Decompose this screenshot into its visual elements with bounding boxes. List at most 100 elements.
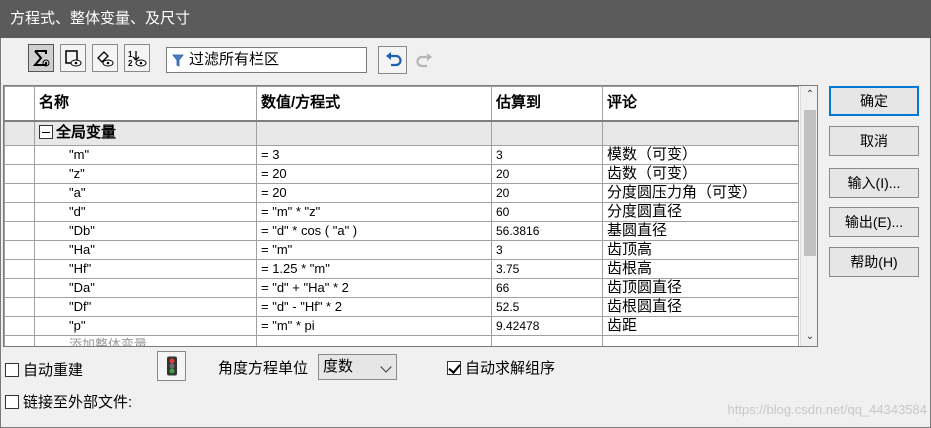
group-cell[interactable]: 全局变量	[34, 120, 257, 146]
column-header-estimate[interactable]: 估算到	[491, 86, 603, 122]
row-header[interactable]	[4, 120, 35, 146]
collapse-icon[interactable]	[39, 125, 53, 140]
empty-cell[interactable]	[602, 335, 799, 346]
variable-name-cell[interactable]: "Hf"	[34, 259, 257, 279]
variable-name-cell[interactable]: "p"	[34, 316, 257, 336]
scrollbar-thumb[interactable]	[804, 110, 816, 256]
column-header-value[interactable]: 数值/方程式	[256, 86, 492, 122]
estimate-cell[interactable]: 20	[491, 183, 603, 203]
row-header[interactable]	[4, 240, 35, 260]
equation-cell[interactable]: = "m" * pi	[256, 316, 492, 336]
variable-name-cell[interactable]: "m"	[34, 145, 257, 165]
row-header-corner[interactable]	[4, 86, 35, 122]
equation-cell[interactable]: = 20	[256, 183, 492, 203]
link-external-file-checkbox[interactable]: 链接至外部文件:	[5, 391, 132, 412]
equation-cell[interactable]: = 1.25 * "m"	[256, 259, 492, 279]
group-row-global-variables[interactable]: 全局变量	[4, 120, 799, 146]
equation-cell[interactable]: = 20	[256, 164, 492, 184]
cancel-button[interactable]: 取消	[829, 126, 919, 156]
empty-cell[interactable]	[4, 335, 35, 346]
equation-cell[interactable]: = "d" - "Hf" * 2	[256, 297, 492, 317]
row-header[interactable]	[4, 259, 35, 279]
comment-cell[interactable]: 齿根圆直径	[602, 297, 799, 317]
variable-name-cell[interactable]: "z"	[34, 164, 257, 184]
filter-input[interactable]: 过滤所有栏区	[166, 47, 367, 73]
auto-solve-order-checkbox[interactable]: 自动求解组序	[447, 357, 555, 378]
estimate-cell[interactable]: 66	[491, 278, 603, 298]
table-row[interactable]: "Ha" = "m" 3 齿顶高	[4, 240, 799, 260]
comment-cell[interactable]: 模数（可变）	[602, 145, 799, 165]
estimate-cell[interactable]: 20	[491, 164, 603, 184]
estimate-cell[interactable]: 52.5	[491, 297, 603, 317]
sigma-view-button[interactable]	[28, 44, 54, 72]
estimate-cell[interactable]: 60	[491, 202, 603, 222]
table-row[interactable]: "z" = 20 20 齿数（可变）	[4, 164, 799, 184]
variable-name-cell[interactable]: "Db"	[34, 221, 257, 241]
table-row[interactable]: "p" = "m" * pi 9.42478 齿距	[4, 316, 799, 336]
import-button[interactable]: 输入(I)...	[829, 168, 919, 198]
add-variable-row[interactable]: 添加整体变量	[4, 335, 799, 346]
equation-cell[interactable]: = "d" + "Ha" * 2	[256, 278, 492, 298]
estimate-cell[interactable]: 3	[491, 240, 603, 260]
table-row[interactable]: "Db" = "d" * cos ( "a" ) 56.3816 基圆直径	[4, 221, 799, 241]
ok-button[interactable]: 确定	[829, 86, 919, 116]
equation-cell[interactable]: = "m"	[256, 240, 492, 260]
comment-cell[interactable]: 齿根高	[602, 259, 799, 279]
row-header[interactable]	[4, 145, 35, 165]
equation-cell[interactable]: = "m" * "z"	[256, 202, 492, 222]
estimate-cell[interactable]: 3.75	[491, 259, 603, 279]
row-header[interactable]	[4, 278, 35, 298]
undo-button[interactable]	[378, 46, 407, 74]
comment-cell[interactable]: 基圆直径	[602, 221, 799, 241]
comment-cell[interactable]: 齿距	[602, 316, 799, 336]
empty-cell[interactable]	[256, 335, 492, 346]
table-row[interactable]: "d" = "m" * "z" 60 分度圆直径	[4, 202, 799, 222]
equation-cell[interactable]: = "d" * cos ( "a" )	[256, 221, 492, 241]
comment-cell[interactable]: 齿顶高	[602, 240, 799, 260]
variable-name-cell[interactable]: "Da"	[34, 278, 257, 298]
watermark: https://blog.csdn.net/qq_44343584	[727, 402, 928, 417]
comment-cell[interactable]: 分度圆压力角（可变）	[602, 183, 799, 203]
estimate-cell[interactable]: 56.3816	[491, 221, 603, 241]
row-header[interactable]	[4, 202, 35, 222]
estimate-cell[interactable]: 9.42478	[491, 316, 603, 336]
auto-rebuild-checkbox[interactable]: 自动重建	[5, 359, 83, 380]
scroll-up-icon[interactable]: ⌃	[804, 88, 816, 102]
link-external-file-box[interactable]	[5, 394, 19, 409]
traffic-light-button[interactable]	[157, 351, 186, 381]
export-button[interactable]: 输出(E)...	[829, 207, 919, 237]
row-header[interactable]	[4, 316, 35, 336]
auto-rebuild-box[interactable]	[5, 362, 19, 377]
scroll-down-icon[interactable]: ⌄	[804, 330, 816, 344]
table-row[interactable]: "Df" = "d" - "Hf" * 2 52.5 齿根圆直径	[4, 297, 799, 317]
add-variable-cell[interactable]: 添加整体变量	[34, 335, 257, 346]
row-header[interactable]	[4, 221, 35, 241]
table-row[interactable]: "Hf" = 1.25 * "m" 3.75 齿根高	[4, 259, 799, 279]
row-header[interactable]	[4, 164, 35, 184]
variable-name-cell[interactable]: "Df"	[34, 297, 257, 317]
variable-name-cell[interactable]: "Ha"	[34, 240, 257, 260]
equation-cell[interactable]: = 3	[256, 145, 492, 165]
variable-name-cell[interactable]: "d"	[34, 202, 257, 222]
empty-cell[interactable]	[491, 335, 603, 346]
comment-cell[interactable]: 分度圆直径	[602, 202, 799, 222]
help-button[interactable]: 帮助(H)	[829, 247, 919, 277]
column-header-comment[interactable]: 评论	[602, 86, 799, 122]
dimension-view-button[interactable]	[92, 44, 118, 72]
row-header[interactable]	[4, 183, 35, 203]
redo-button[interactable]	[412, 48, 438, 74]
comment-cell[interactable]: 齿数（可变）	[602, 164, 799, 184]
table-row[interactable]: "m" = 3 3 模数（可变）	[4, 145, 799, 165]
estimate-cell[interactable]: 3	[491, 145, 603, 165]
angle-unit-select[interactable]: 度数	[318, 354, 397, 380]
sketch-view-button[interactable]	[60, 44, 86, 72]
ordered-view-button[interactable]: 12	[124, 44, 150, 72]
row-header[interactable]	[4, 297, 35, 317]
column-header-name[interactable]: 名称	[34, 86, 257, 122]
vertical-scrollbar[interactable]: ⌃ ⌄	[800, 86, 817, 346]
auto-solve-order-box[interactable]	[447, 360, 461, 375]
table-row[interactable]: "a" = 20 20 分度圆压力角（可变）	[4, 183, 799, 203]
comment-cell[interactable]: 齿顶圆直径	[602, 278, 799, 298]
table-row[interactable]: "Da" = "d" + "Ha" * 2 66 齿顶圆直径	[4, 278, 799, 298]
variable-name-cell[interactable]: "a"	[34, 183, 257, 203]
